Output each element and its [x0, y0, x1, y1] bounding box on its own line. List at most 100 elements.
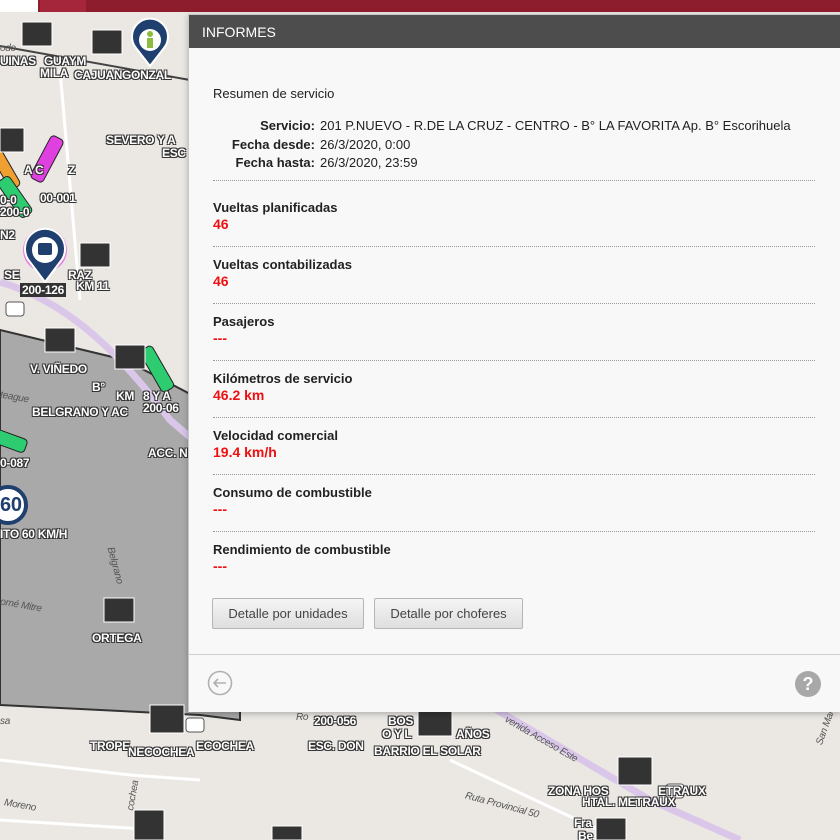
- panel-body: Resumen de servicio Servicio: 201 P.NUEV…: [189, 48, 840, 654]
- metric-service-km: Kilómetros de servicio 46.2 km: [213, 371, 352, 403]
- separator: [213, 531, 815, 532]
- meta-key: Fecha hasta:: [235, 155, 315, 170]
- meta-key: Servicio:: [260, 118, 315, 133]
- map-label-200-126: 200-126: [20, 283, 66, 297]
- meta-row-service: Servicio: 201 P.NUEVO - R.DE LA CRUZ - C…: [213, 117, 791, 136]
- map-label-km: KM: [116, 389, 135, 403]
- metric-value: ---: [213, 558, 227, 574]
- meta-value: 201 P.NUEVO - R.DE LA CRUZ - CENTRO - B°…: [320, 118, 791, 133]
- map-label-severo: SEVERO Y A: [106, 133, 176, 147]
- meta-value: 26/3/2020, 23:59: [320, 155, 418, 170]
- map-label-200-0: 200-0: [0, 205, 30, 219]
- route-shield-icon: [5, 301, 25, 317]
- map-label-anos: AÑOS: [456, 727, 490, 741]
- map-label-ac: A C: [24, 163, 44, 177]
- shop-icon: [114, 344, 146, 370]
- shop-icon: [595, 817, 627, 840]
- map-label-ecochea: ECOCHEA: [196, 739, 254, 753]
- metric-commercial-speed: Velocidad comercial 19.4 km/h: [213, 428, 338, 460]
- map-label-barrio: B°: [92, 380, 105, 394]
- map-label-barrio-solar: BARRIO EL SOLAR: [374, 744, 481, 758]
- map-label-htal-metraux: HTAL. METRAUX: [582, 795, 676, 809]
- map-label-se: SE: [4, 268, 20, 282]
- app-top-bar: [0, 0, 840, 12]
- summary-title: Resumen de servicio: [213, 86, 335, 101]
- map-label-ito60: ITO 60 KM/H: [0, 527, 68, 541]
- route-shield-icon: [185, 717, 205, 733]
- meta-value: 26/3/2020, 0:00: [320, 136, 411, 152]
- map-label-km11: KM 11: [76, 279, 110, 293]
- service-meta: Servicio: 201 P.NUEVO - R.DE LA CRUZ - C…: [213, 117, 791, 173]
- map-label-accn: ACC. N: [148, 446, 188, 460]
- metric-label: Rendimiento de combustible: [213, 542, 391, 557]
- reports-panel: INFORMES Resumen de servicio Servicio: 2…: [188, 14, 840, 712]
- map-label-n2: N2: [0, 228, 15, 242]
- separator: [213, 303, 815, 304]
- map-label-bos: BOS: [388, 714, 414, 728]
- back-arrow-icon[interactable]: [207, 670, 233, 696]
- shop-icon: [133, 809, 165, 840]
- antenna-shop-icon: [617, 756, 653, 786]
- panel-footer: ?: [189, 654, 840, 712]
- metric-value: 46: [213, 216, 229, 232]
- map-label-necochea: NECOCHEA: [128, 745, 195, 759]
- street-label-odo: odo: [0, 43, 16, 54]
- map-label-belgrano: BELGRANO Y AC: [32, 405, 128, 419]
- metric-fuel-consumption: Consumo de combustible ---: [213, 485, 372, 517]
- metric-passengers: Pasajeros ---: [213, 314, 274, 346]
- panel-header: INFORMES: [189, 15, 840, 48]
- map-label-ortega: ORTEGA: [92, 631, 142, 645]
- meta-row-date-from: Fecha desde: 26/3/2020, 0:00: [213, 136, 791, 155]
- detail-by-units-button[interactable]: Detalle por unidades: [212, 598, 364, 629]
- map-label-60: 60: [0, 494, 22, 516]
- separator: [213, 246, 815, 247]
- metric-value: 46: [213, 273, 229, 289]
- shop-icon: [21, 21, 53, 47]
- map-label-uinas: UINAS: [0, 54, 36, 68]
- separator: [213, 474, 815, 475]
- street-label-sa: sa: [0, 716, 10, 727]
- shop-icon: [103, 597, 135, 623]
- metric-value: 19.4 km/h: [213, 444, 277, 460]
- map-label-esc: ESC: [162, 146, 186, 160]
- map-label-vinedo: V. VIÑEDO: [30, 362, 87, 376]
- meta-key: Fecha desde:: [231, 136, 315, 152]
- meta-row-date-to: Fecha hasta: 26/3/2020, 23:59: [213, 154, 791, 173]
- map-label-0-087: 0-087: [0, 456, 30, 470]
- shop-icon: [149, 704, 185, 734]
- shop-icon: [44, 327, 76, 353]
- app-menu-block[interactable]: [40, 0, 86, 12]
- map-label-fra: Fra: [574, 816, 592, 830]
- metric-label: Consumo de combustible: [213, 485, 372, 500]
- shop-icon: [271, 825, 303, 840]
- map-label-escdon: ESC. DON: [308, 739, 364, 753]
- metric-label: Vueltas contabilizadas: [213, 257, 352, 272]
- map-label-z: Z: [68, 163, 76, 177]
- metric-fuel-efficiency: Rendimiento de combustible ---: [213, 542, 391, 574]
- app-logo[interactable]: [0, 0, 38, 12]
- metric-planned-laps: Vueltas planificadas 46: [213, 200, 338, 232]
- metric-label: Kilómetros de servicio: [213, 371, 353, 386]
- map-label-cajuan: CAJUAN: [74, 68, 123, 82]
- metric-label: Velocidad comercial: [213, 428, 339, 443]
- detail-by-drivers-button[interactable]: Detalle por choferes: [374, 598, 523, 629]
- map-label-00-001: 00-001: [40, 191, 76, 205]
- street-label-ro: Ro: [296, 712, 309, 723]
- map-label-200-06: 200-06: [143, 401, 179, 415]
- metric-value: 46.2 km: [213, 387, 265, 403]
- help-icon[interactable]: ?: [795, 671, 821, 697]
- map-label-200-056: 200-056: [314, 714, 356, 728]
- map-label-trope: TROPE: [90, 739, 130, 753]
- map-label-oyl: O Y L: [382, 727, 412, 741]
- shop-icon: [0, 127, 25, 153]
- separator: [213, 180, 815, 181]
- map-label-be: Be: [578, 829, 593, 840]
- separator: [213, 417, 815, 418]
- separator: [213, 360, 815, 361]
- metric-label: Pasajeros: [213, 314, 275, 329]
- metric-label: Vueltas planificadas: [213, 200, 338, 215]
- metric-value: ---: [213, 330, 227, 346]
- shop-icon: [91, 29, 123, 55]
- metric-value: ---: [213, 501, 227, 517]
- map-label-gonzal: GONZAL: [122, 68, 171, 82]
